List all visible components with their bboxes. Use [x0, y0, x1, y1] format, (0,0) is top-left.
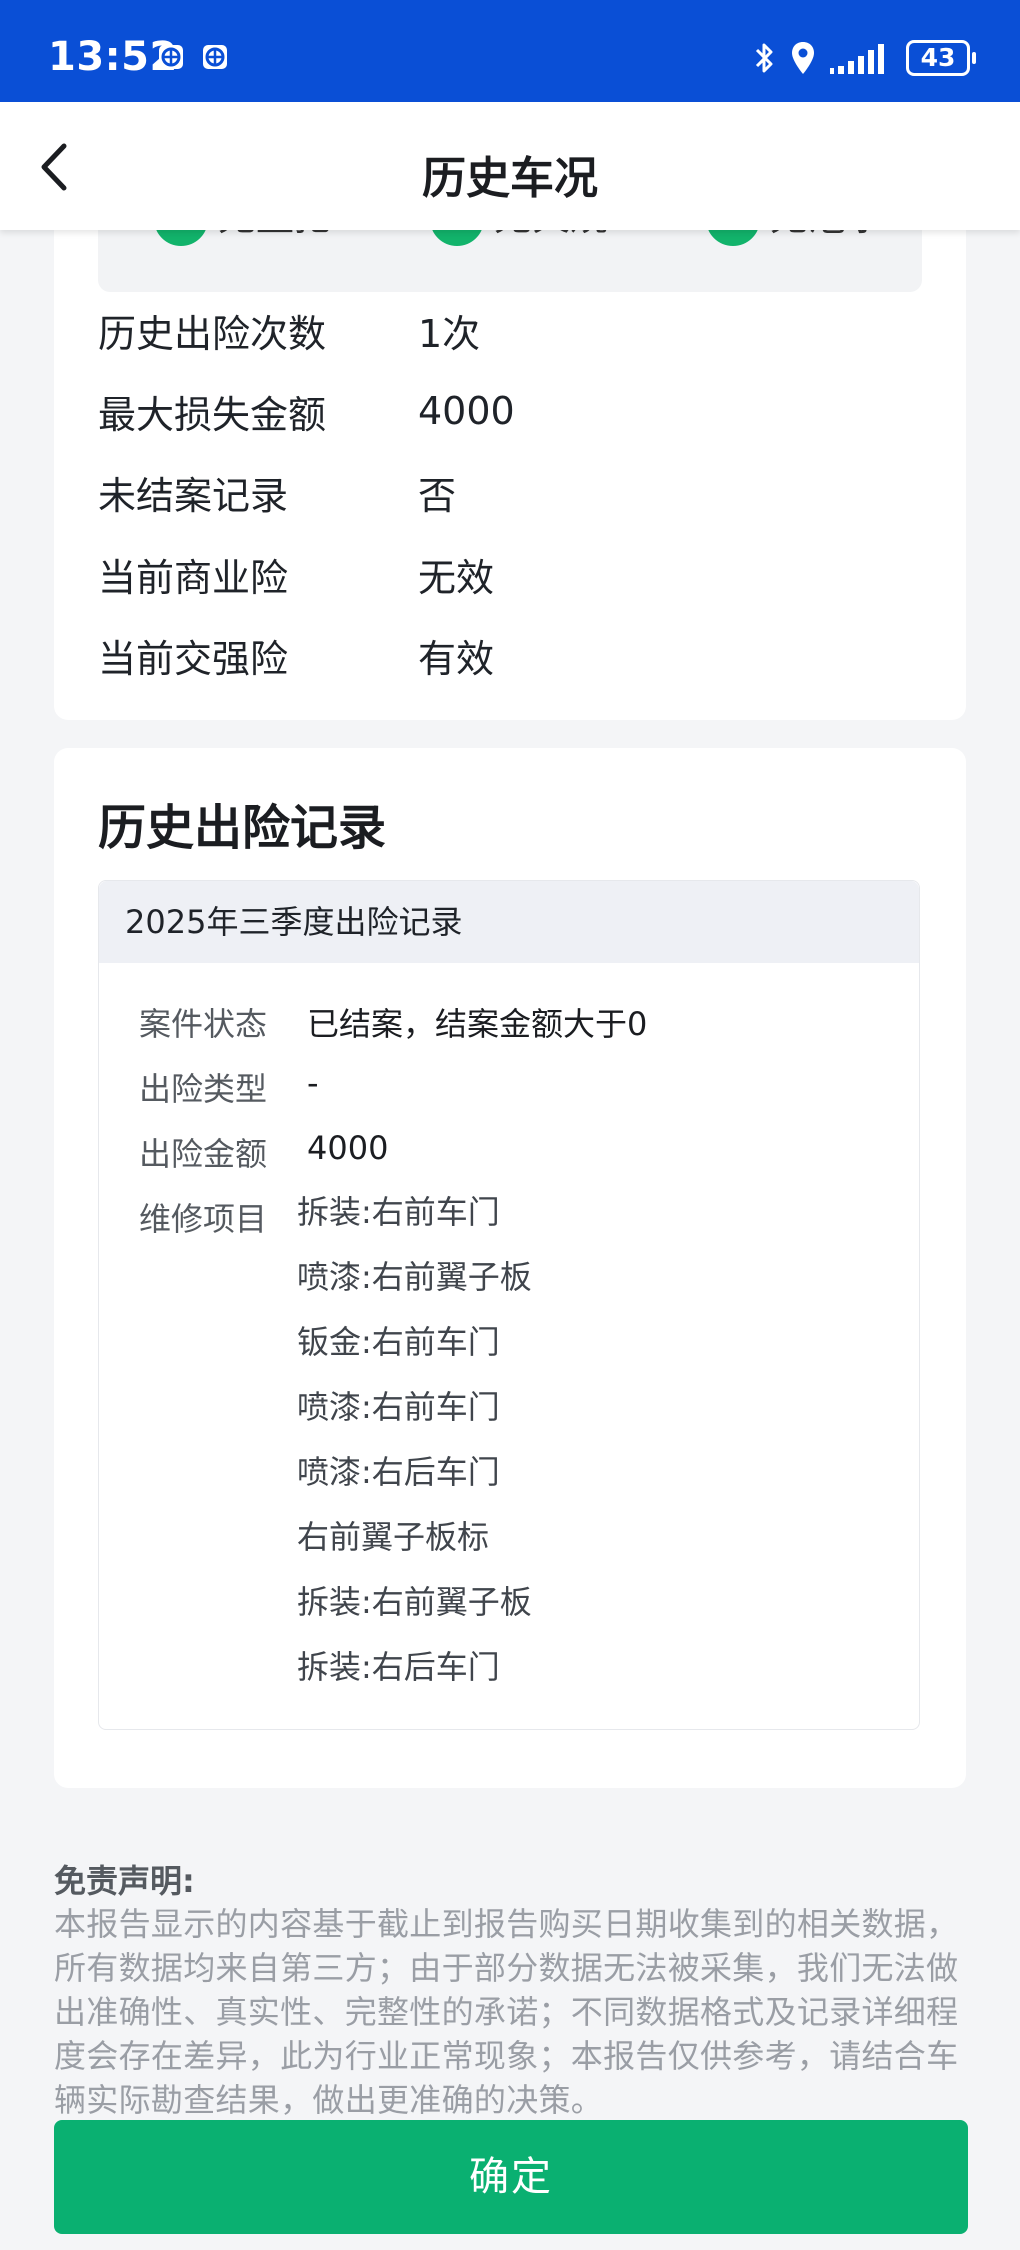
repair-items-label: 维修项目	[139, 1200, 268, 1238]
claim-amount-label: 出险金额	[139, 1135, 268, 1173]
claims-history-card: 历史出险记录 2025年三季度出险记录 案件状态 已结案，结案金额大于0 出险类…	[54, 748, 966, 1788]
claim-type-label: 出险类型	[139, 1070, 268, 1108]
vehicle-summary-card: 无盗抢 无火烧 无泡水 历史出险次数 1次 最大损失金额 4000 未结案记录 …	[54, 192, 966, 720]
summary-row: 最大损失金额 4000	[98, 381, 515, 441]
claim-type-row: 出险类型 -	[139, 1064, 319, 1110]
section-title: 历史出险记录	[98, 800, 387, 856]
summary-value: 无效	[418, 555, 495, 600]
summary-row: 未结案记录 否	[98, 462, 456, 522]
repair-items-row: 维修项目	[139, 1194, 307, 1240]
bluetooth-icon	[755, 43, 773, 73]
claim-status-row: 案件状态 已结案，结案金额大于0	[139, 999, 647, 1045]
claim-amount-value: 4000	[307, 1129, 389, 1167]
summary-value: 否	[418, 473, 457, 518]
disclaimer-text: 本报告显示的内容基于截止到报告购买日期收集到的相关数据，所有数据均来自第三方；由…	[54, 1905, 959, 2119]
repair-item: 拆装:右前车门	[297, 1193, 500, 1231]
location-icon	[792, 42, 814, 74]
repair-item: 拆装:右前翼子板	[297, 1583, 532, 1621]
claim-record: 2025年三季度出险记录 案件状态 已结案，结案金额大于0 出险类型 - 出险金…	[98, 880, 920, 1730]
repair-item: 喷漆:右后车门	[297, 1453, 500, 1491]
claim-amount-row: 出险金额 4000	[139, 1129, 388, 1175]
repair-item: 右前翼子板标	[297, 1518, 490, 1556]
summary-label: 最大损失金额	[98, 392, 327, 437]
claim-status-value: 已结案，结案金额大于0	[307, 1005, 648, 1043]
summary-value: 4000	[418, 389, 515, 433]
page-title: 历史车况	[422, 153, 598, 204]
notification-app-icon	[159, 45, 183, 69]
battery-icon: 43	[906, 40, 976, 76]
claim-status-label: 案件状态	[139, 1005, 268, 1043]
repair-item: 喷漆:右前车门	[297, 1388, 500, 1426]
summary-label: 历史出险次数	[98, 311, 327, 356]
navigation-bar: 历史车况	[0, 102, 1020, 230]
signal-icon	[830, 44, 884, 74]
confirm-button[interactable]: 确定	[54, 2120, 968, 2234]
summary-value: 1次	[418, 311, 481, 356]
repair-item: 喷漆:右前翼子板	[297, 1258, 532, 1296]
claim-record-period: 2025年三季度出险记录	[99, 881, 919, 963]
repair-items-list: 拆装:右前车门 喷漆:右前翼子板 钣金:右前车门 喷漆:右前车门 喷漆:右后车门…	[297, 1187, 532, 1707]
summary-row: 当前商业险 无效	[98, 544, 494, 604]
summary-row: 当前交强险 有效	[98, 625, 494, 685]
notification-app-icon	[203, 45, 227, 69]
repair-item: 钣金:右前车门	[297, 1323, 500, 1361]
summary-label: 未结案记录	[98, 473, 289, 518]
summary-label: 当前交强险	[98, 636, 289, 681]
disclaimer-title: 免责声明:	[54, 1862, 195, 1900]
summary-label: 当前商业险	[98, 555, 289, 600]
summary-row: 历史出险次数 1次	[98, 300, 480, 360]
claim-type-value: -	[307, 1064, 319, 1102]
repair-item: 拆装:右后车门	[297, 1648, 500, 1686]
summary-value: 有效	[418, 636, 495, 681]
status-bar: 13:52 43	[0, 0, 1020, 102]
